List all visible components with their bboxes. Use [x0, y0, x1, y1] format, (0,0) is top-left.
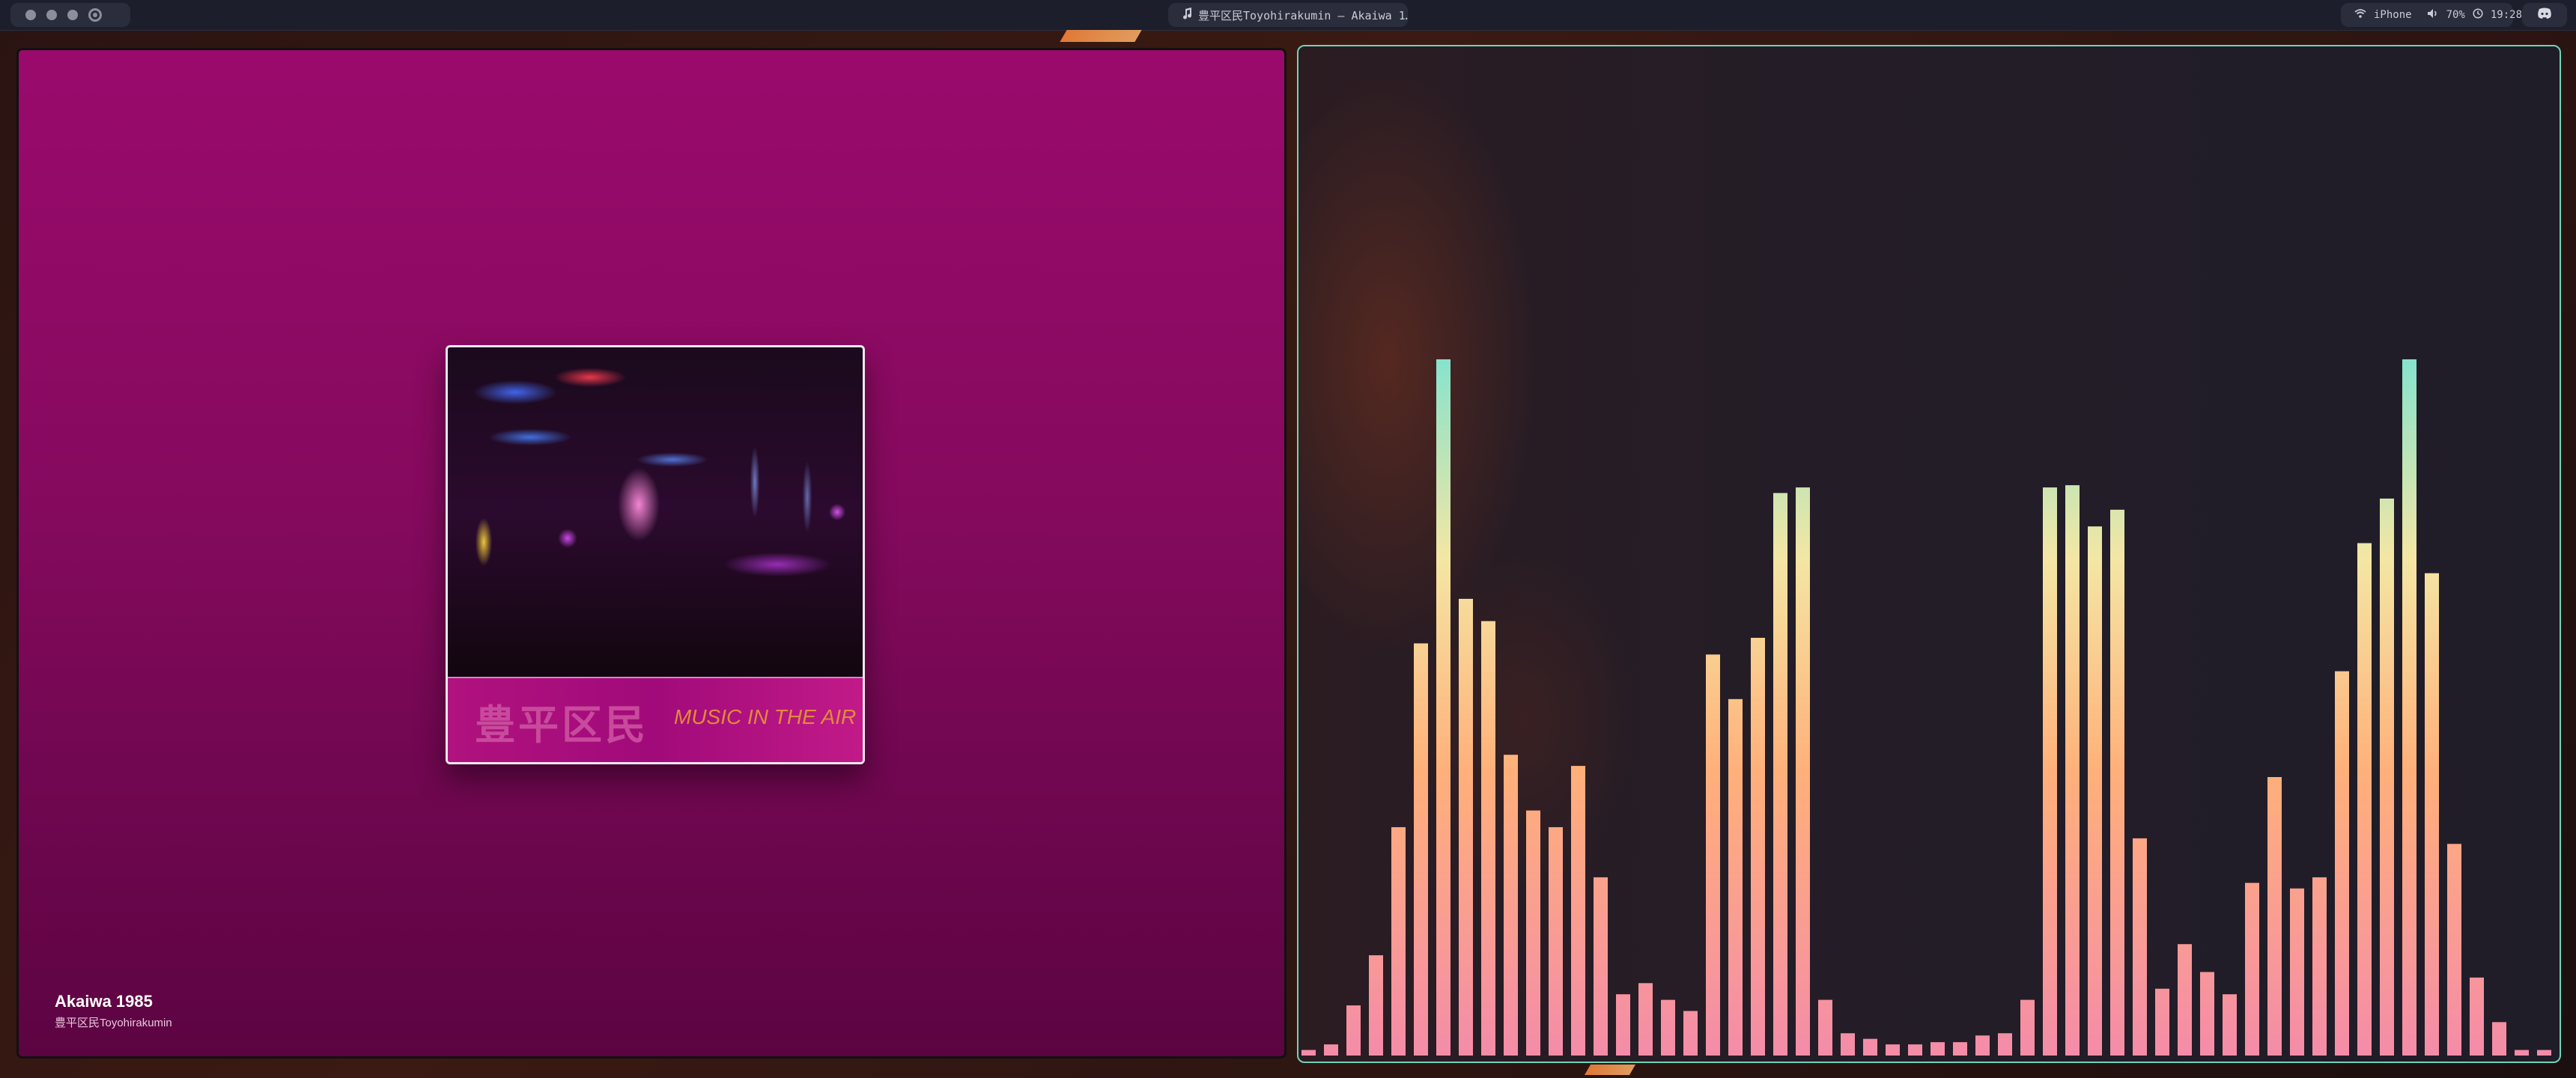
spectrum-bar: [1346, 1005, 1361, 1056]
spectrum-bar: [1728, 698, 1743, 1056]
volume-icon[interactable]: [2427, 8, 2439, 22]
spectrum-bar: [2492, 1022, 2506, 1056]
spectrum-bar: [2043, 487, 2057, 1056]
spectrum-bar: [2245, 883, 2259, 1056]
spectrum-bar: [1818, 999, 1832, 1056]
spectrum-bar: [1571, 766, 1585, 1056]
spectrum-bar: [2515, 1050, 2529, 1056]
spectrum-bar: [2020, 999, 2035, 1056]
spectrum-bar: [2402, 359, 2416, 1056]
spectrum-bar: [2537, 1050, 2551, 1056]
spectrum-bar: [2267, 777, 2282, 1056]
spectrum-bar: [1616, 994, 1630, 1056]
spectrum-bar: [2447, 844, 2461, 1056]
spectrum-bar: [1863, 1038, 1877, 1056]
spectrum-bar: [1526, 810, 1540, 1056]
spectrum-bar: [2290, 888, 2304, 1056]
discord-tray-button[interactable]: [2522, 3, 2567, 27]
wallpaper-accent: [1060, 30, 1142, 42]
wifi-icon[interactable]: [2354, 8, 2366, 22]
music-note-icon: [1182, 7, 1192, 22]
minimize-window-button[interactable]: [46, 10, 57, 20]
spectrum-bar: [2335, 671, 2349, 1056]
spectrum-bar: [2178, 944, 2192, 1056]
album-cover-photo: [448, 347, 863, 677]
album-cover-band: 豊平区民 MUSIC IN THE AIR: [448, 677, 863, 762]
spectrum-bar: [1841, 1033, 1855, 1056]
spectrum-bar: [2380, 499, 2394, 1056]
discord-icon: [2537, 7, 2552, 22]
spectrum-bar: [1481, 621, 1495, 1056]
spectrum-bar: [1459, 598, 1473, 1056]
wallpaper-accent: [1584, 1065, 1636, 1075]
spectrum-bar: [1975, 1035, 1990, 1056]
spectrum-bar: [2133, 838, 2147, 1056]
spectrum-bar: [1908, 1044, 1922, 1056]
maximize-window-button[interactable]: [67, 10, 78, 20]
track-artist: 豊平区民Toyohirakumin: [55, 1017, 172, 1029]
spectrum-bar: [2155, 988, 2169, 1056]
spectrum-bar: [1773, 493, 1787, 1056]
spectrum-bar: [1683, 1011, 1698, 1056]
spectrum-bar: [2357, 543, 2372, 1056]
spectrum-bar: [1886, 1044, 1900, 1056]
spectrum-bar: [2200, 972, 2214, 1056]
spectrum-bars: [1301, 359, 2551, 1056]
clock-icon: [2473, 8, 2483, 22]
spectrum-bar: [2223, 994, 2237, 1056]
record-button[interactable]: [88, 8, 102, 22]
spectrum-bar: [1324, 1044, 1338, 1056]
clock-time[interactable]: 19:28: [2491, 9, 2522, 21]
spectrum-bar: [1414, 643, 1428, 1056]
album-cover-jp-text: 豊平区民: [475, 701, 648, 749]
spectrum-bar: [1504, 755, 1518, 1056]
spectrum-bar: [1638, 983, 1653, 1056]
spectrum-bar: [2312, 877, 2327, 1056]
spectrum-bar: [1706, 654, 1720, 1056]
spectrum-bar: [1436, 359, 1450, 1056]
track-title: Akaiwa 1985: [55, 992, 153, 1011]
spectrum-bar: [1953, 1042, 1967, 1056]
spectrum-bar: [1661, 999, 1675, 1056]
status-tray: iPhone 70% 19:28: [2341, 3, 2522, 27]
window-title-text: 豊平区民Toyohirakumin — Akaiwa 1…: [1198, 8, 1408, 22]
spectrum-bar: [1998, 1033, 2012, 1056]
spectrum-bar: [2425, 573, 2439, 1056]
volume-level[interactable]: 70%: [2446, 9, 2465, 21]
album-cover[interactable]: 豊平区民 MUSIC IN THE AIR: [446, 345, 865, 764]
music-player-window[interactable]: 豊平区民 MUSIC IN THE AIR Akaiwa 1985 豊平区民To…: [16, 48, 1287, 1059]
wifi-network-label[interactable]: iPhone: [2374, 9, 2412, 21]
spectrum-bar: [2470, 977, 2484, 1056]
audio-visualizer-window[interactable]: [1297, 45, 2561, 1063]
spectrum-bar: [1751, 638, 1765, 1056]
spectrum-bar: [1301, 1050, 1316, 1056]
spectrum-bar: [1796, 487, 1810, 1056]
spectrum-bar: [1391, 826, 1406, 1056]
spectrum-bar: [2088, 526, 2102, 1056]
spectrum-bar: [1369, 955, 1383, 1056]
spectrum-bar: [1931, 1042, 1945, 1056]
close-window-button[interactable]: [25, 10, 36, 20]
spectrum-bar: [1549, 826, 1563, 1056]
spectrum-bar: [2110, 509, 2124, 1056]
active-window-title[interactable]: 豊平区民Toyohirakumin — Akaiwa 1…: [1168, 3, 1408, 27]
top-bar: 豊平区民Toyohirakumin — Akaiwa 1… iPhone 70%…: [0, 0, 2576, 31]
window-controls: [10, 3, 130, 27]
album-cover-en-text: MUSIC IN THE AIR: [674, 705, 857, 728]
spectrum-bar: [1594, 877, 1608, 1056]
spectrum-bar: [2065, 485, 2080, 1056]
